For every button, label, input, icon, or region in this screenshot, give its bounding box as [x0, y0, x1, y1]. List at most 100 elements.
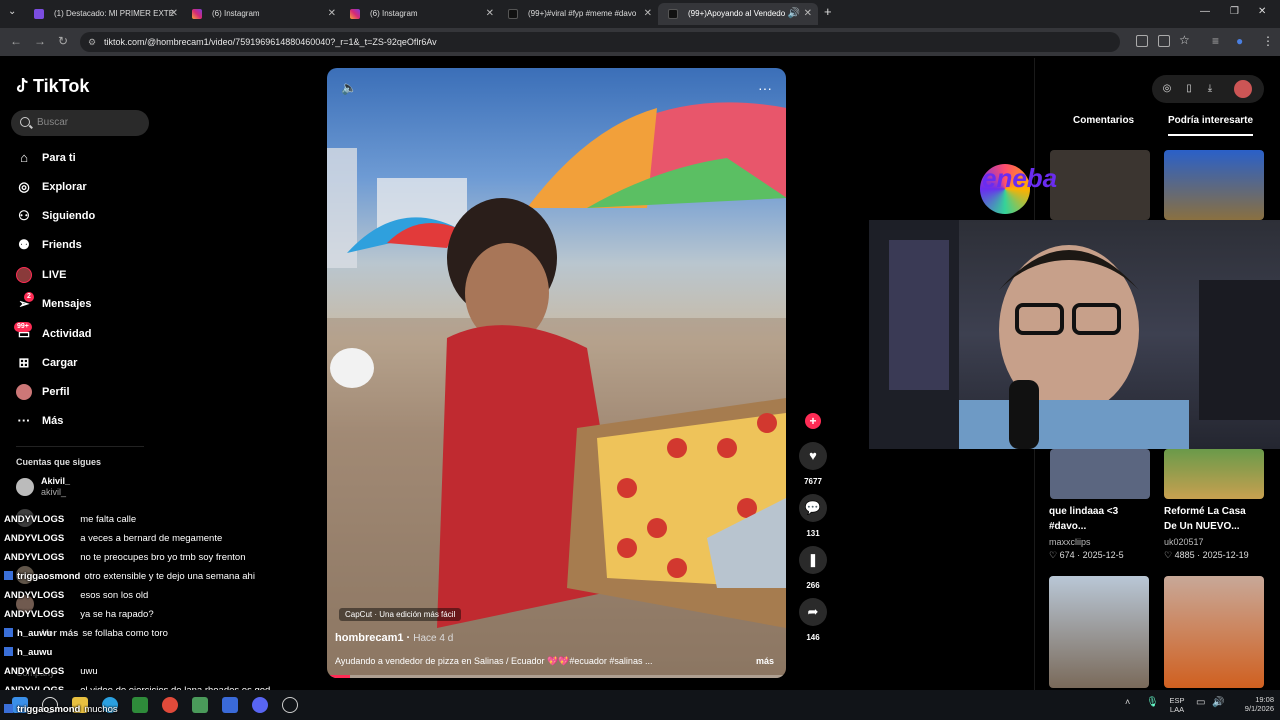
nav-explorar[interactable]: ◎ Explorar [16, 177, 87, 197]
url-field[interactable]: ⚙ tiktok.com/@hombrecam1/video/759196961… [80, 32, 1120, 52]
download-icon[interactable]: ⤓ [1204, 83, 1216, 95]
forward-icon[interactable]: → [34, 34, 46, 48]
translate-icon[interactable] [1158, 35, 1170, 47]
nav-label: Explorar [42, 181, 87, 193]
clock[interactable]: 19:08 9/1/2026 [1228, 695, 1274, 713]
tab-destacado[interactable]: (1) Destacado: MI PRIMER EXTE ✕ [24, 3, 184, 25]
chat-text: uwu [80, 666, 98, 677]
card-author[interactable]: uk020517 [1164, 537, 1204, 547]
follow-plus-button[interactable]: + [805, 413, 821, 429]
nav-perfil[interactable]: Perfil [16, 382, 70, 402]
nav-siguiendo[interactable]: ⚇ Siguiendo [16, 206, 95, 226]
close-icon[interactable]: ✕ [486, 3, 494, 25]
microphone-icon[interactable]: 🎙 [1146, 698, 1159, 708]
nav-label: Para ti [42, 152, 76, 164]
site-info-icon[interactable]: ⚙ [88, 32, 96, 52]
user-avatar[interactable] [1234, 80, 1252, 98]
video-thumbnail[interactable] [1050, 150, 1150, 220]
card-author[interactable]: maxxcliips [1049, 537, 1091, 547]
nav-label: Friends [42, 239, 82, 251]
comment-icon[interactable]: 💬 [799, 494, 827, 522]
card-title-line: que lindaaa <3 [1049, 506, 1119, 517]
phone-icon[interactable]: ▯ [1183, 83, 1195, 95]
tab-podria-interesarte[interactable]: Podría interesarte [1168, 115, 1254, 136]
bookmark-icon[interactable]: ❚ [799, 546, 827, 574]
compass-small-icon[interactable]: ◎ [1161, 83, 1173, 95]
windows-taskbar: ˄ 🎙 ESP LAA ▭ 🔊 19:08 9/1/2026 [0, 690, 1280, 720]
app-icon[interactable] [192, 697, 208, 713]
profile-icon[interactable]: ● [1236, 34, 1243, 48]
obs-icon[interactable] [282, 697, 298, 713]
chat-text: ya se ha rapado? [80, 609, 154, 620]
nav-para-ti[interactable]: ⌂ Para ti [16, 148, 76, 168]
nav-actividad[interactable]: ▭ 99+ Actividad [14, 322, 92, 344]
close-window-icon[interactable]: ✕ [1258, 6, 1266, 17]
save-count: 266 [806, 581, 820, 590]
comment-action[interactable]: 💬 131 [799, 494, 827, 538]
chat-text: a veces a bernard de megamente [80, 533, 223, 544]
restore-icon[interactable]: ❐ [1230, 6, 1239, 17]
close-icon[interactable]: ✕ [170, 3, 178, 25]
language-indicator[interactable]: ESP LAA [1166, 696, 1188, 714]
app-icon[interactable] [222, 697, 238, 713]
top-right-toolbar: ◎ ▯ ⤓ [1152, 75, 1264, 103]
eneba-logo-text: eneba [982, 163, 1058, 193]
card-title[interactable]: Reformé La Casa De Un NUEVO... [1164, 504, 1246, 534]
nav-mensajes[interactable]: ➢ 2 Mensajes [16, 292, 92, 314]
share-action[interactable]: ➦ 146 [799, 598, 827, 642]
save-action[interactable]: ❚ 266 [799, 546, 827, 590]
tab-instagram-2[interactable]: (6) Instagram ✕ [340, 3, 500, 25]
cast-icon[interactable] [1136, 35, 1148, 47]
more-description-button[interactable]: más [756, 656, 774, 666]
tab-comentarios[interactable]: Comentarios [1073, 115, 1134, 126]
menu-icon[interactable]: ⋮ [1262, 34, 1274, 48]
capcut-badge[interactable]: CapCut · Una edición más fácil [339, 608, 462, 621]
close-icon[interactable]: ✕ [644, 3, 652, 25]
discord-icon[interactable] [252, 697, 268, 713]
video-player[interactable]: 🔈 ··· CapCut · Una edición más fácil hom… [327, 68, 786, 678]
video-author[interactable]: hombrecam1 · Hace 4 d [335, 632, 453, 644]
new-tab-button[interactable]: + [824, 4, 832, 19]
volume-icon[interactable]: 🔈 [341, 80, 357, 96]
spreadsheet-icon[interactable] [132, 697, 148, 713]
volume-tray-icon[interactable]: 🔊 [1212, 698, 1224, 708]
network-icon[interactable]: ▭ [1196, 698, 1205, 708]
heart-icon[interactable]: ♥ [799, 442, 827, 470]
upload-icon: ⊞ [18, 355, 30, 370]
video-thumbnail[interactable] [1050, 449, 1150, 499]
tab-search-icon[interactable]: ⌄ [8, 6, 16, 17]
card-title-line: De Un NUEVO... [1164, 521, 1240, 532]
nav-friends[interactable]: ⚉ Friends [16, 235, 82, 255]
nav-cargar[interactable]: ⊞ Cargar [16, 353, 78, 373]
speaker-icon[interactable]: 🔊 [788, 3, 800, 25]
bookmark-star-icon[interactable]: ☆ [1179, 33, 1190, 47]
video-thumbnail[interactable] [1164, 449, 1264, 499]
chrome-icon[interactable] [162, 697, 178, 713]
chat-user: ANDYVLOGS [4, 533, 65, 544]
more-options-icon[interactable]: ··· [758, 80, 772, 96]
tab-tiktok-active[interactable]: (99+)Apoyando al Vendedo 🔊 ✕ [658, 3, 818, 25]
tab-tiktok-viral[interactable]: (99+)#viral #fyp #meme #davo ✕ [498, 3, 658, 25]
video-thumbnail[interactable] [1049, 576, 1149, 688]
card-title[interactable]: que lindaaa <3 #davo... [1049, 504, 1118, 534]
tab-search-list-icon[interactable]: ≡ [1212, 34, 1219, 48]
share-icon[interactable]: ➦ [799, 598, 827, 626]
search-placeholder: Buscar [37, 117, 69, 128]
video-thumbnail[interactable] [1164, 576, 1264, 688]
following-name: Akivil_ [41, 476, 71, 486]
minimize-icon[interactable]: — [1200, 6, 1210, 17]
nav-live[interactable]: LIVE [16, 265, 66, 285]
like-action[interactable]: ♥ 7677 [799, 442, 827, 486]
video-progress-bar[interactable] [327, 675, 786, 678]
close-icon[interactable]: ✕ [328, 3, 336, 25]
tray-expand-icon[interactable]: ˄ [1125, 698, 1130, 707]
tiktok-logo[interactable]: TikTok [16, 76, 89, 97]
close-icon[interactable]: ✕ [804, 3, 812, 25]
tab-instagram-1[interactable]: (6) Instagram ✕ [182, 3, 342, 25]
activity-icon: ▭ 99+ [14, 322, 32, 342]
reload-icon[interactable]: ↻ [58, 34, 68, 48]
back-icon[interactable]: ← [10, 34, 22, 48]
nav-mas[interactable]: ··· Más [16, 411, 64, 431]
video-thumbnail[interactable] [1164, 150, 1264, 220]
search-input[interactable]: Buscar [11, 110, 149, 136]
